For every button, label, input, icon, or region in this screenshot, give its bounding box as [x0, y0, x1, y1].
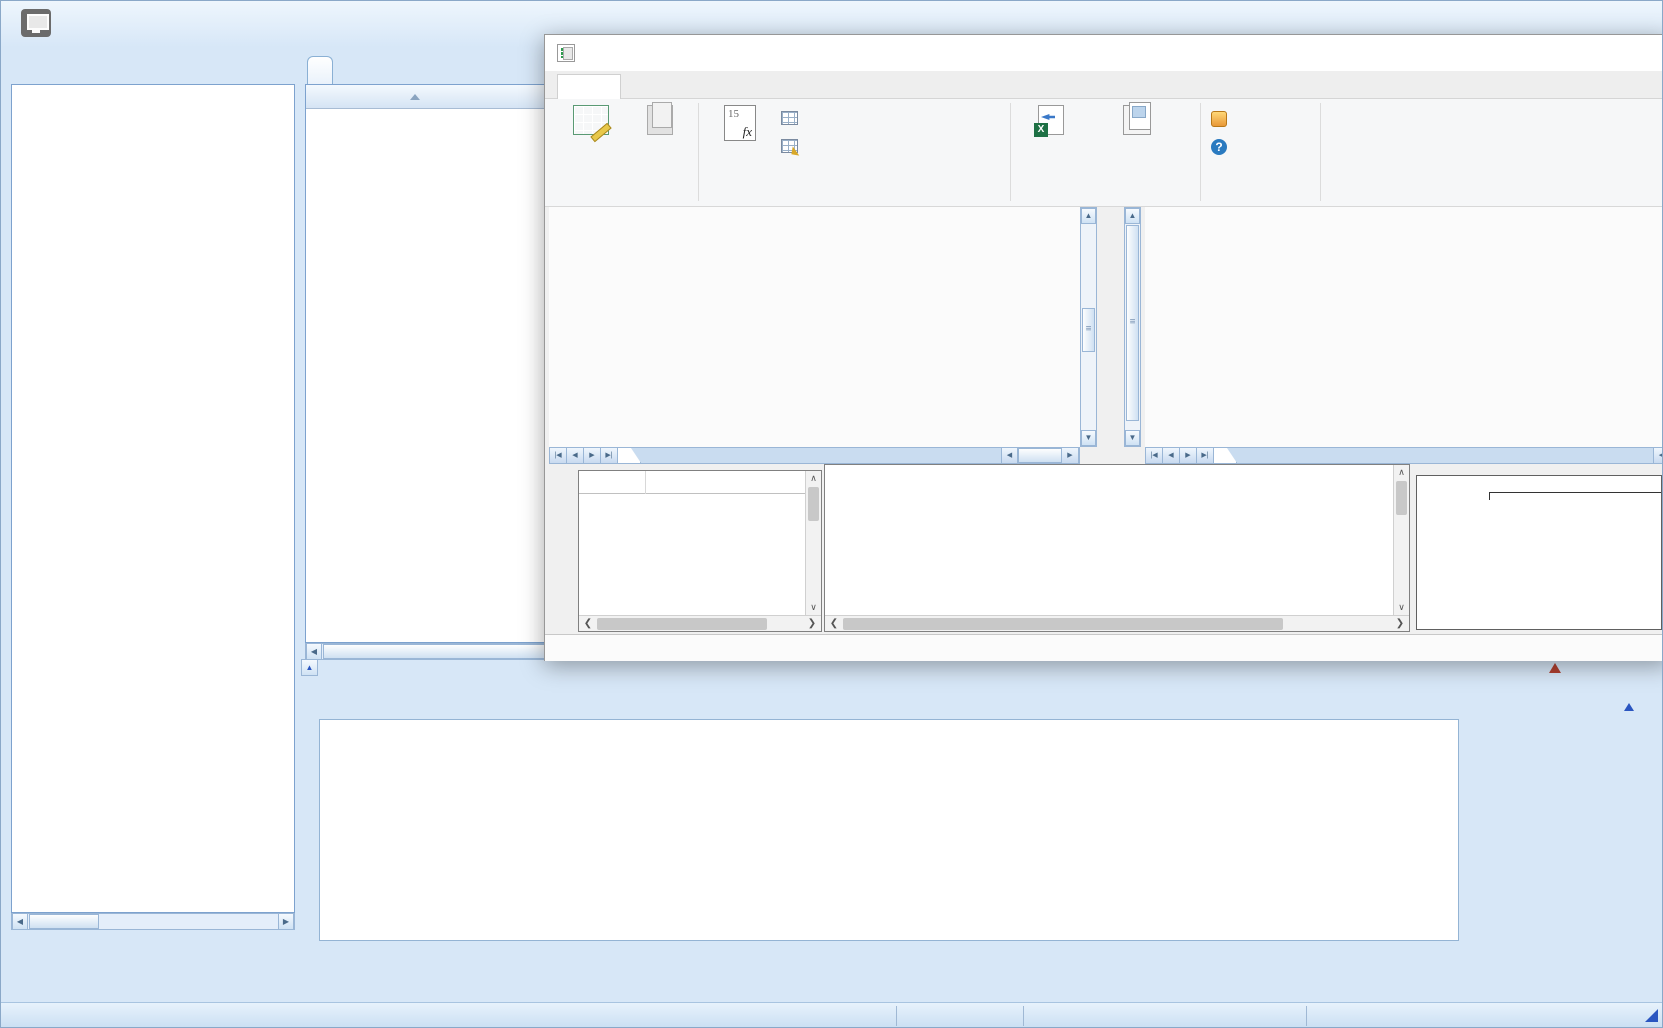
scroll-right-icon[interactable]: ▶ [1062, 448, 1079, 463]
show-formulas-icon [724, 105, 756, 141]
tree-horizontal-scrollbar[interactable]: ◀ ▶ [11, 913, 295, 930]
show-workbook-formatting-button[interactable] [781, 139, 804, 153]
sort-asc-icon [410, 94, 420, 100]
sheet-prev-icon[interactable]: ◀ [1163, 448, 1180, 463]
scroll-down-icon[interactable]: ∨ [806, 602, 821, 613]
options-horizontal-scrollbar[interactable]: ❮ ❯ [579, 615, 821, 631]
show-formulas-button[interactable] [707, 105, 773, 146]
show-details-button[interactable] [629, 105, 691, 140]
folder-tree [11, 84, 295, 913]
sheet-grid-file2[interactable] [1145, 207, 1663, 447]
history-version-panel [319, 719, 1459, 941]
scroll-up-icon[interactable]: ▲ [1081, 208, 1096, 224]
options-icon [1211, 111, 1227, 127]
scroll-thumb[interactable] [29, 914, 99, 929]
scroll-thumb[interactable] [843, 618, 1283, 630]
scroll-up-icon[interactable]: ▲ [1125, 208, 1140, 224]
scroll-up-icon[interactable]: ∧ [806, 473, 821, 484]
scroll-left-icon[interactable]: ◀ [306, 644, 322, 659]
panel-collapse-button[interactable]: ▲ [301, 659, 318, 676]
scroll-right-icon[interactable]: ❯ [1391, 618, 1409, 629]
scroll-right-icon[interactable]: ▶ [278, 914, 294, 929]
copy-results-icon [1123, 105, 1151, 135]
file2-vertical-scrollbar[interactable]: ▲ ▼ [1124, 207, 1141, 447]
results-horizontal-scrollbar[interactable]: ❮ ❯ [825, 615, 1409, 631]
sheet-tab-file2[interactable] [1214, 448, 1237, 463]
scroll-thumb[interactable] [1082, 308, 1095, 352]
app-window: ◀ ▶ ◀ ▲ [0, 0, 1663, 1028]
sheet-grid-file1[interactable] [549, 207, 1080, 447]
scroll-up-icon[interactable]: ∧ [1394, 467, 1409, 478]
tab-doc-list[interactable] [307, 56, 333, 84]
sheet-last-icon[interactable]: ▶| [1197, 448, 1214, 463]
options-button[interactable] [1211, 111, 1233, 127]
sheet-next-icon[interactable]: ▶ [584, 448, 601, 463]
scroll-left-icon[interactable]: ◀ [1001, 448, 1018, 463]
file1-sheet-bar: |◀ ◀ ▶ ▶| ◀ ▶ [549, 447, 1080, 464]
app-logo-icon [21, 9, 51, 37]
scroll-thumb[interactable] [1018, 448, 1062, 463]
compare-app-icon [557, 44, 575, 62]
compare-files-icon [573, 105, 609, 135]
compare-options-pane: ∧ ∨ ❮ ❯ [578, 470, 822, 632]
resize-cells-icon [781, 111, 798, 125]
compare-minimize-button[interactable] [1597, 43, 1627, 63]
resize-cells-button[interactable] [781, 111, 804, 125]
scroll-left-icon[interactable]: ◀ [12, 914, 28, 929]
scroll-right-icon[interactable]: ❯ [803, 618, 821, 629]
scroll-thumb[interactable] [597, 618, 767, 630]
compare-ribbon: ? [545, 99, 1663, 207]
scroll-down-icon[interactable]: ▼ [1125, 430, 1140, 446]
copy-results-button[interactable] [1089, 105, 1185, 140]
file1-vertical-scrollbar[interactable]: ▲ ▼ [1080, 207, 1097, 447]
scroll-thumb[interactable] [808, 487, 819, 521]
help-button[interactable]: ? [1211, 139, 1233, 155]
scroll-thumb[interactable] [1396, 481, 1407, 515]
results-vertical-scrollbar[interactable]: ∧ ∨ [1393, 465, 1409, 615]
workbook-formatting-icon [781, 139, 798, 153]
compare-chart-pane [1416, 475, 1662, 630]
sheet-last-icon[interactable]: ▶| [601, 448, 618, 463]
export-results-icon [1038, 105, 1064, 135]
compare-ribbon-tabs [545, 71, 1663, 99]
show-details-icon [647, 105, 673, 135]
sheet-tab-file1[interactable] [618, 448, 641, 463]
scroll-down-icon[interactable]: ▼ [1081, 430, 1096, 446]
file2-sheet-bar: |◀ ◀ ▶ ▶| ◀ [1145, 447, 1663, 464]
compare-files-button[interactable] [555, 105, 627, 140]
tab-home[interactable] [557, 74, 621, 100]
red-triangle-marker [1549, 663, 1561, 673]
app-statusbar [1, 1002, 1662, 1028]
resize-grip-icon [1645, 1009, 1658, 1022]
sheet-prev-icon[interactable]: ◀ [567, 448, 584, 463]
help-icon: ? [1211, 139, 1227, 155]
compare-statusbar [545, 634, 1663, 661]
sheet-first-icon[interactable]: |◀ [1146, 448, 1163, 463]
compare-titlebar[interactable] [545, 35, 1663, 71]
scroll-left-icon[interactable]: ❮ [579, 618, 597, 629]
sheet-first-icon[interactable]: |◀ [550, 448, 567, 463]
spreadsheet-compare-window: ? ▲ ▼ |◀ ◀ ▶ ▶| ◀ ▶ ▲ [544, 34, 1663, 661]
blue-triangle-marker [1624, 703, 1634, 711]
scroll-thumb[interactable] [1126, 225, 1139, 421]
scroll-left-icon[interactable]: ◀ [1653, 448, 1663, 463]
sheet-next-icon[interactable]: ▶ [1180, 448, 1197, 463]
scroll-left-icon[interactable]: ❮ [825, 618, 843, 629]
scroll-down-icon[interactable]: ∨ [1394, 602, 1409, 613]
chart-axis-line [1489, 492, 1661, 493]
export-results-button[interactable] [1022, 105, 1080, 140]
options-vertical-scrollbar[interactable]: ∧ ∨ [805, 471, 821, 615]
compare-results-pane: ∧ ∨ ❮ ❯ [824, 464, 1410, 632]
